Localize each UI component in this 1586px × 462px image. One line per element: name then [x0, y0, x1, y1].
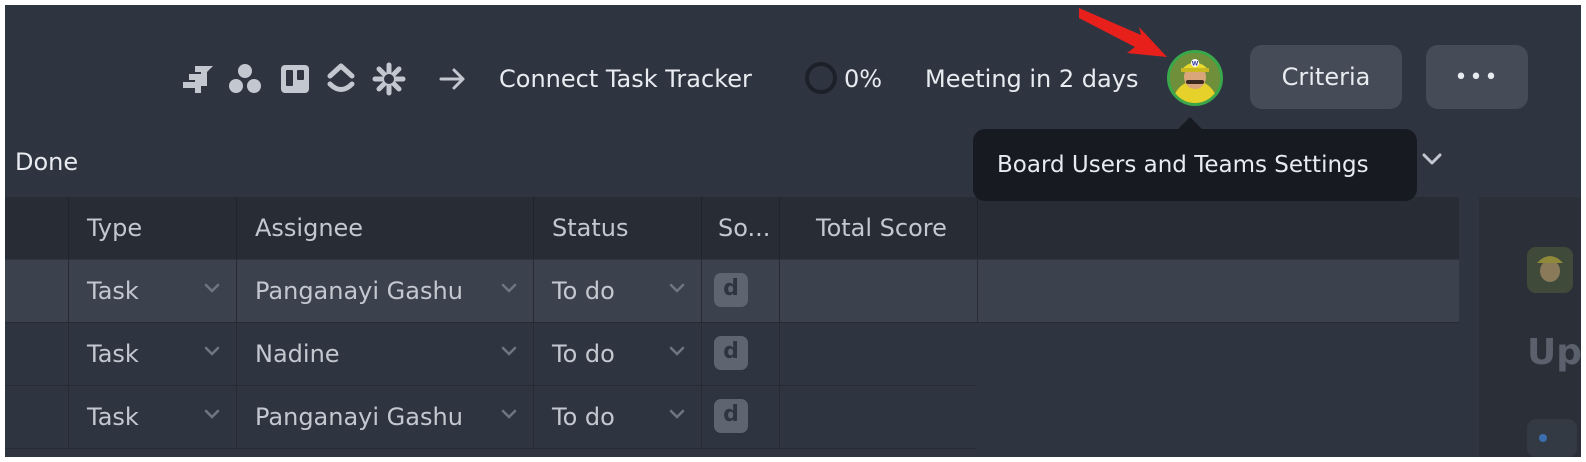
chevron-down-icon[interactable]	[1421, 151, 1443, 167]
side-panel: Up	[1479, 197, 1581, 457]
total-score-cell	[779, 323, 977, 386]
status-cell[interactable]: To do	[533, 260, 701, 323]
table-row[interactable]: Task Panganayi Gashu To do d	[5, 386, 981, 449]
empty-cell	[977, 260, 1459, 323]
chevron-down-icon	[204, 346, 220, 356]
row-select-cell[interactable]	[5, 260, 68, 323]
zendesk-icon[interactable]	[371, 61, 407, 97]
score-cell[interactable]: d	[701, 323, 779, 386]
chevron-down-icon	[204, 409, 220, 419]
chevron-down-icon	[501, 409, 517, 419]
column-header-assignee[interactable]: Assignee	[236, 197, 533, 259]
type-cell[interactable]: Task	[68, 386, 236, 449]
column-header-total-score[interactable]: Total Score	[779, 197, 977, 259]
status-value: To do	[552, 340, 615, 368]
tooltip-text: Board Users and Teams Settings	[997, 152, 1369, 178]
score-cell[interactable]: d	[701, 260, 779, 323]
user-avatar-image: W	[1170, 53, 1220, 103]
side-panel-avatar[interactable]	[1527, 247, 1573, 293]
status-cell[interactable]: To do	[533, 386, 701, 449]
assignee-value: Panganayi Gashu	[255, 277, 463, 305]
trello-icon[interactable]	[277, 61, 313, 97]
arrow-right-icon	[435, 61, 471, 97]
status-value: To do	[552, 403, 615, 431]
column-header-type[interactable]: Type	[68, 197, 236, 259]
table-row[interactable]: Task Panganayi Gashu To do d	[5, 260, 1459, 323]
type-cell[interactable]: Task	[68, 260, 236, 323]
row-select-header	[5, 197, 68, 259]
row-select-cell[interactable]	[5, 323, 68, 386]
jira-icon[interactable]	[180, 61, 216, 97]
type-value: Task	[87, 340, 139, 368]
status-value: To do	[552, 277, 615, 305]
asana-icon[interactable]	[227, 61, 263, 97]
score-badge[interactable]: d	[714, 399, 748, 433]
score-badge[interactable]: d	[714, 273, 748, 307]
tooltip: Board Users and Teams Settings	[973, 129, 1417, 201]
clickup-icon[interactable]	[323, 61, 359, 97]
score-badge[interactable]: d	[714, 336, 748, 370]
board-users-avatar[interactable]: W	[1167, 50, 1223, 106]
type-value: Task	[87, 277, 139, 305]
status-dot-icon	[1539, 434, 1547, 442]
chevron-down-icon	[501, 283, 517, 293]
assignee-cell[interactable]: Nadine	[236, 323, 533, 386]
chevron-down-icon	[204, 283, 220, 293]
status-cell[interactable]: To do	[533, 323, 701, 386]
connect-task-tracker-link[interactable]: Connect Task Tracker	[499, 61, 752, 97]
app-frame: Connect Task Tracker 0% Meeting in 2 day…	[5, 5, 1581, 457]
type-value: Task	[87, 403, 139, 431]
more-options-button[interactable]: •••	[1426, 45, 1528, 109]
tasks-table: Type Assignee Status So... Total Score T…	[5, 197, 1459, 457]
total-score-cell	[779, 386, 977, 449]
total-score-cell	[779, 260, 977, 323]
top-toolbar: Connect Task Tracker 0% Meeting in 2 day…	[5, 45, 1581, 109]
chevron-down-icon	[501, 346, 517, 356]
side-panel-chip[interactable]	[1527, 419, 1577, 457]
column-header-empty	[977, 197, 1459, 259]
assignee-cell[interactable]: Panganayi Gashu	[236, 386, 533, 449]
chevron-down-icon	[669, 283, 685, 293]
progress-ring	[805, 62, 837, 94]
meeting-countdown[interactable]: Meeting in 2 days	[925, 61, 1138, 97]
user-avatar-image	[1527, 247, 1573, 293]
annotation-arrow-icon	[1079, 8, 1167, 57]
row-select-cell[interactable]	[5, 386, 68, 449]
assignee-value: Panganayi Gashu	[255, 403, 463, 431]
progress-label: 0%	[844, 65, 883, 93]
group-label-done[interactable]: Done	[15, 148, 78, 176]
type-cell[interactable]: Task	[68, 323, 236, 386]
chevron-down-icon	[669, 409, 685, 419]
chevron-down-icon	[669, 346, 685, 356]
score-cell[interactable]: d	[701, 386, 779, 449]
column-header-status[interactable]: Status	[533, 197, 701, 259]
column-header-score[interactable]: So...	[701, 197, 779, 259]
side-panel-heading: Up	[1527, 332, 1581, 373]
table-header-row: Type Assignee Status So... Total Score	[5, 197, 1459, 259]
criteria-button[interactable]: Criteria	[1250, 45, 1402, 109]
table-row[interactable]: Task Nadine To do d	[5, 323, 981, 386]
svg-text:W: W	[1192, 61, 1199, 68]
assignee-cell[interactable]: Panganayi Gashu	[236, 260, 533, 323]
assignee-value: Nadine	[255, 340, 340, 368]
